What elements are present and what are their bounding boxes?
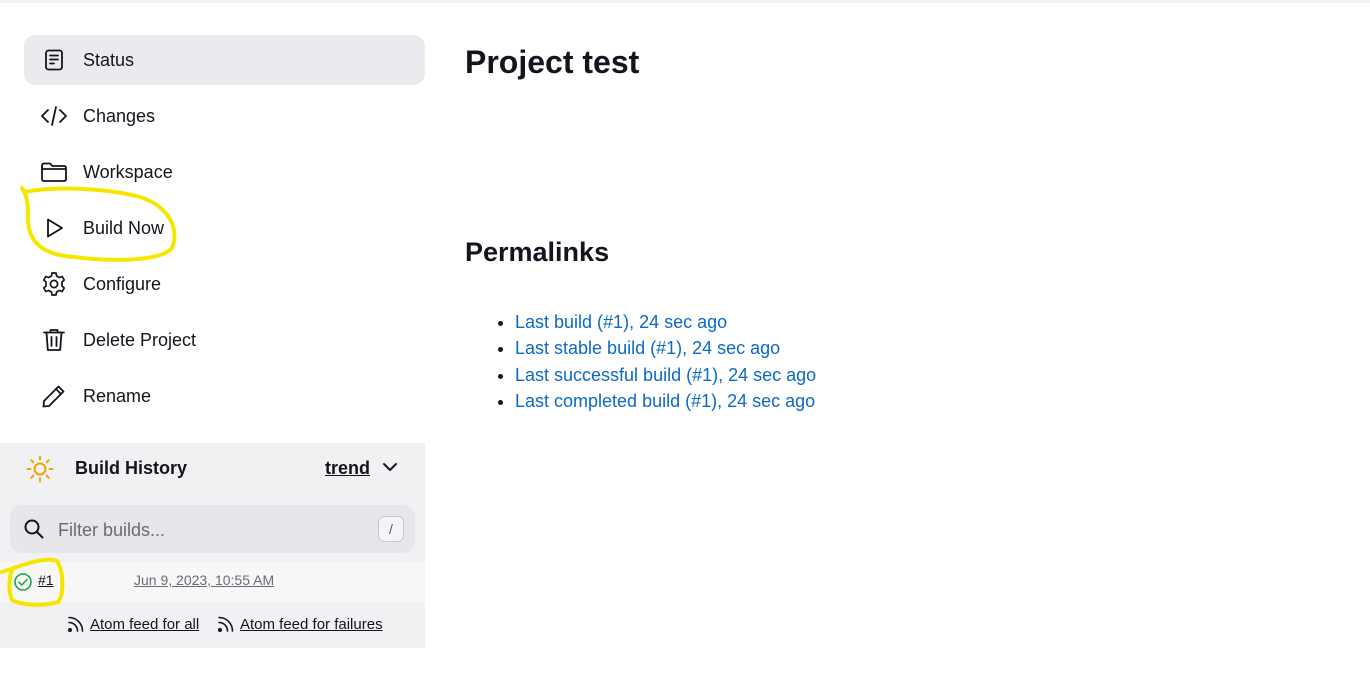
sidebar-item-build-now[interactable]: Build Now <box>24 203 425 253</box>
sidebar-item-label: Status <box>83 49 135 70</box>
list-item: Last successful build (#1), 24 sec ago <box>515 362 816 388</box>
sidebar-item-rename[interactable]: Rename <box>24 371 425 421</box>
sidebar-item-label: Delete Project <box>83 329 197 350</box>
shortcut-key-hint: / <box>378 516 404 542</box>
play-icon <box>40 214 68 242</box>
atom-feeds: Atom feed for all Atom feed for failures <box>0 612 425 640</box>
list-item: Last completed build (#1), 24 sec ago <box>515 388 816 414</box>
sun-icon <box>26 455 54 483</box>
sidebar-item-label: Changes <box>83 105 156 126</box>
permalink-last-completed-build[interactable]: Last completed build (#1), 24 sec ago <box>515 391 815 411</box>
sidebar-item-changes[interactable]: Changes <box>24 91 425 141</box>
filter-builds-box: / <box>10 505 415 553</box>
sidebar-item-label: Configure <box>83 273 162 294</box>
trend-link[interactable]: trend <box>325 458 370 479</box>
gear-icon <box>40 270 68 298</box>
sidebar-item-workspace[interactable]: Workspace <box>24 147 425 197</box>
sidebar-item-status[interactable]: Status <box>24 35 425 85</box>
permalink-last-stable-build[interactable]: Last stable build (#1), 24 sec ago <box>515 338 780 358</box>
side-nav: Status Changes Workspace Build Now Confi… <box>24 35 425 427</box>
atom-feed-all-link[interactable]: Atom feed for all <box>67 615 199 633</box>
page-title: Project test <box>465 44 640 80</box>
status-icon <box>40 46 68 74</box>
filter-builds-input[interactable] <box>56 514 360 546</box>
code-icon <box>40 102 68 130</box>
folder-icon <box>40 158 68 186</box>
atom-feed-failures-label: Atom feed for failures <box>240 615 383 633</box>
search-icon <box>22 517 46 541</box>
permalinks-heading: Permalinks <box>465 237 610 267</box>
success-check-icon <box>13 572 33 592</box>
sidebar-item-delete-project[interactable]: Delete Project <box>24 315 425 365</box>
atom-feed-all-label: Atom feed for all <box>90 615 200 633</box>
sidebar-item-configure[interactable]: Configure <box>24 259 425 309</box>
trash-icon <box>40 326 68 354</box>
atom-feed-failures-link[interactable]: Atom feed for failures <box>217 615 383 633</box>
build-history-panel: / #1 Jun 9, 2023, 10:55 AM <box>0 494 425 648</box>
permalinks-list: Last build (#1), 24 sec ago Last stable … <box>466 309 816 414</box>
build-history-header: Build History trend <box>0 443 425 494</box>
rss-icon <box>217 615 235 633</box>
build-row[interactable]: #1 Jun 9, 2023, 10:55 AM <box>0 562 425 602</box>
chevron-down-icon[interactable] <box>381 458 399 476</box>
build-number-link[interactable]: #1 <box>38 572 54 588</box>
build-date-link[interactable]: Jun 9, 2023, 10:55 AM <box>134 572 274 588</box>
rss-icon <box>67 615 85 633</box>
top-border <box>0 0 1370 3</box>
list-item: Last stable build (#1), 24 sec ago <box>515 335 816 361</box>
list-item: Last build (#1), 24 sec ago <box>515 309 816 335</box>
sidebar-item-label: Rename <box>83 385 152 406</box>
build-history-title: Build History <box>75 458 188 478</box>
sidebar-item-label: Build Now <box>83 217 165 238</box>
pencil-icon <box>40 382 68 410</box>
permalink-last-build[interactable]: Last build (#1), 24 sec ago <box>515 312 727 332</box>
permalink-last-successful-build[interactable]: Last successful build (#1), 24 sec ago <box>515 365 816 385</box>
sidebar-item-label: Workspace <box>83 161 173 182</box>
